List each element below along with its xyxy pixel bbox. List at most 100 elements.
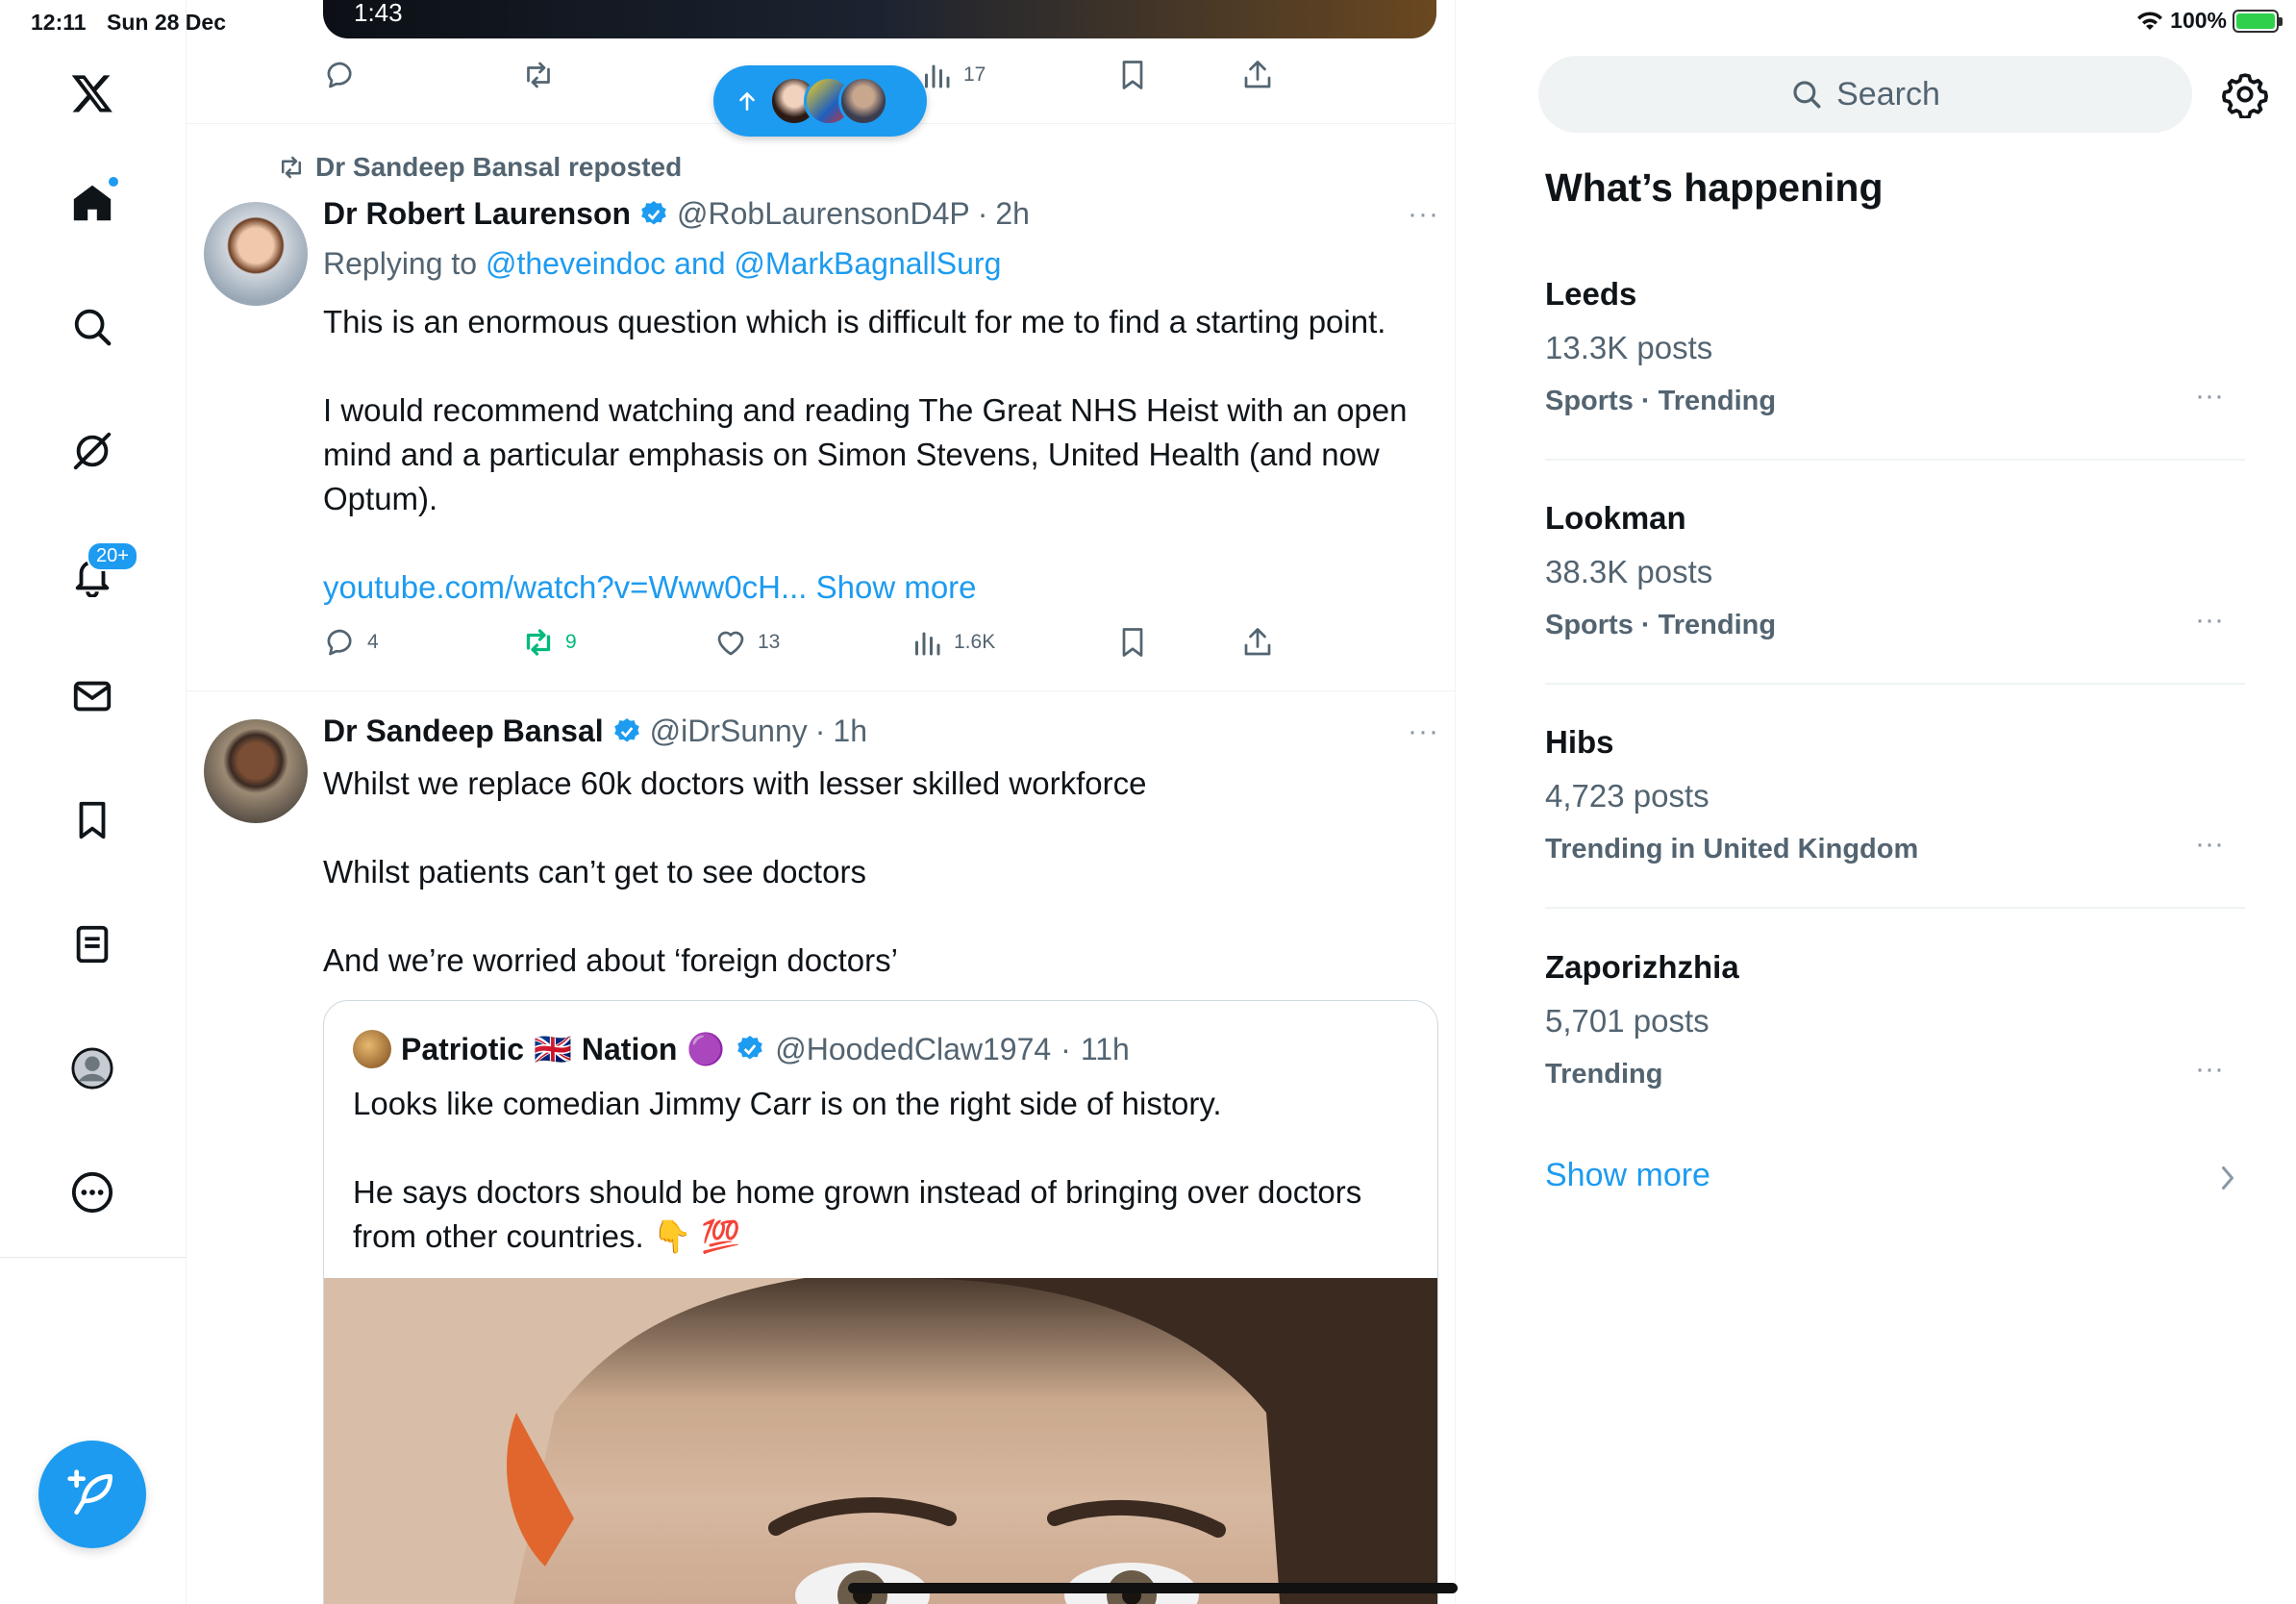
trend-count: 13.3K posts	[1545, 330, 1713, 365]
profile-icon[interactable]	[61, 1037, 124, 1100]
reply-button[interactable]	[323, 58, 358, 92]
trend-title: Lookman	[1545, 500, 1686, 536]
reply-icon	[327, 62, 352, 88]
tweet-paragraph: This is an enormous question which is di…	[323, 304, 1386, 339]
trend-category: Sports · Trending	[1545, 610, 1777, 640]
tweet-text: This is an enormous question which is di…	[323, 300, 1448, 610]
trend-category: Trending in United Kingdom	[1545, 834, 1919, 865]
heart-icon	[717, 631, 744, 656]
author-name[interactable]: Dr Robert Laurenson	[323, 196, 631, 232]
quoted-tweet[interactable]: Patriotic 🇬🇧 Nation 🟣 @HoodedClaw1974 · …	[323, 1000, 1438, 1604]
tweet-paragraph: Whilst patients can’t get to see doctors	[323, 854, 866, 890]
views-count: 17	[963, 63, 986, 86]
replying-to-users[interactable]: @theveindoc and @MarkBagnallSurg	[486, 246, 1001, 281]
quoted-author-name-suffix: Nation	[581, 1031, 678, 1066]
lists-icon[interactable]	[61, 913, 124, 976]
quoted-media[interactable]	[324, 1278, 1437, 1604]
x-logo-icon[interactable]	[61, 62, 124, 125]
bookmark-button[interactable]	[1115, 58, 1150, 92]
purple-circle-emoji: 🟣	[686, 1032, 726, 1066]
video-timestamp: 1:43	[354, 0, 403, 27]
gear-icon[interactable]	[2221, 70, 2269, 118]
quoted-tweet-text: Looks like comedian Jimmy Carr is on the…	[353, 1082, 1420, 1259]
grok-icon[interactable]	[61, 419, 124, 483]
video-player[interactable]: 1:43	[323, 0, 1436, 38]
trend-category: Trending	[1545, 1059, 1663, 1090]
trend-divider	[1545, 683, 2245, 685]
unread-dot	[107, 175, 120, 188]
tweet-time[interactable]: 1h	[833, 714, 867, 749]
home-icon[interactable]	[61, 171, 124, 235]
new-posts-pill[interactable]	[713, 65, 927, 137]
tweet-link[interactable]: youtube.com/watch?v=Www0cH...	[323, 569, 807, 605]
mail-icon[interactable]	[61, 664, 124, 728]
bell-icon[interactable]: 20+	[61, 541, 138, 607]
trend-title: Zaporizhzhia	[1545, 949, 1739, 985]
trends-heading: What’s happening	[1545, 165, 1884, 210]
bookmark-button[interactable]	[1115, 625, 1150, 660]
avatar[interactable]	[204, 202, 308, 306]
reply-icon	[327, 629, 352, 656]
trend-divider	[1545, 459, 2245, 461]
bookmark-icon	[1122, 628, 1143, 657]
avatar	[353, 1030, 391, 1068]
nav-divider	[0, 1257, 187, 1258]
arrow-up-icon	[739, 92, 755, 111]
quoted-tweet-time: 11h	[1080, 1031, 1130, 1066]
trend-more-button[interactable]: ···	[2195, 828, 2224, 861]
trend-title: Leeds	[1545, 276, 1637, 312]
repost-button[interactable]	[521, 58, 556, 92]
repost-count: 9	[565, 631, 577, 653]
author-name[interactable]: Dr Sandeep Bansal	[323, 714, 604, 749]
quoted-author: Patriotic 🇬🇧 Nation 🟣 @HoodedClaw1974 · …	[353, 1030, 1130, 1068]
tweet-paragraph: I would recommend watching and reading T…	[323, 392, 1408, 516]
dot-separator: ·	[977, 196, 988, 231]
notifications-badge: 20+	[87, 541, 138, 571]
tweet-more-button[interactable]: ···	[1408, 198, 1439, 231]
sidebar-nav: 20+	[0, 0, 187, 1604]
tweet-author: Dr Robert Laurenson @RobLaurensonD4P · 2…	[323, 196, 1030, 232]
tweet-time[interactable]: 2h	[995, 196, 1030, 232]
views-button[interactable]: 1.6K	[910, 625, 995, 660]
author-handle[interactable]: @iDrSunny	[650, 714, 808, 749]
search-icon[interactable]	[61, 295, 124, 359]
battery-icon	[2233, 9, 2283, 33]
trend-count: 38.3K posts	[1545, 554, 1713, 589]
author-handle[interactable]: @RobLaurensonD4P	[677, 196, 970, 232]
repost-icon	[526, 629, 551, 656]
tweet-author: Dr Sandeep Bansal @iDrSunny · 1h	[323, 714, 867, 749]
trend-more-button[interactable]: ···	[2195, 604, 2224, 637]
tweet-more-button[interactable]: ···	[1408, 715, 1439, 748]
feather-plus-icon	[67, 1469, 112, 1515]
search-input[interactable]: Search	[1538, 56, 2192, 133]
search-placeholder: Search	[1836, 75, 1940, 113]
repost-button[interactable]: 9	[521, 625, 577, 660]
more-icon[interactable]	[61, 1161, 124, 1224]
search-icon	[1793, 81, 1821, 109]
dot-separator: ·	[814, 714, 826, 748]
like-button[interactable]: 13	[713, 625, 780, 660]
reply-button[interactable]: 4	[323, 625, 379, 660]
trend-more-button[interactable]: ···	[2195, 380, 2224, 413]
show-more-trends-link[interactable]: Show more	[1545, 1157, 1710, 1194]
verified-badge-icon	[613, 717, 639, 742]
timeline: 1:43 17 Dr Sandeep Bansal reposted Dr Ro…	[187, 0, 1456, 1604]
replying-to: Replying to @theveindoc and @MarkBagnall…	[323, 246, 1001, 282]
show-more-link[interactable]: Show more	[816, 569, 977, 605]
compose-button[interactable]	[38, 1441, 146, 1548]
bookmark-icon[interactable]	[61, 789, 124, 852]
views-button[interactable]: 17	[919, 58, 986, 92]
share-button[interactable]	[1240, 58, 1275, 92]
share-button[interactable]	[1240, 625, 1275, 660]
tweet-divider	[187, 690, 1455, 691]
trend-count: 4,723 posts	[1545, 778, 1710, 814]
trend-more-button[interactable]: ···	[2195, 1053, 2224, 1086]
repost-icon	[527, 62, 550, 88]
avatar	[838, 76, 888, 126]
flag-emoji: 🇬🇧	[534, 1032, 572, 1066]
avatar[interactable]	[204, 719, 308, 823]
dot-separator: ·	[1061, 1031, 1071, 1066]
quoted-emojis: 👇 💯	[652, 1218, 741, 1254]
share-icon	[1244, 61, 1271, 88]
home-indicator[interactable]	[848, 1583, 1458, 1593]
